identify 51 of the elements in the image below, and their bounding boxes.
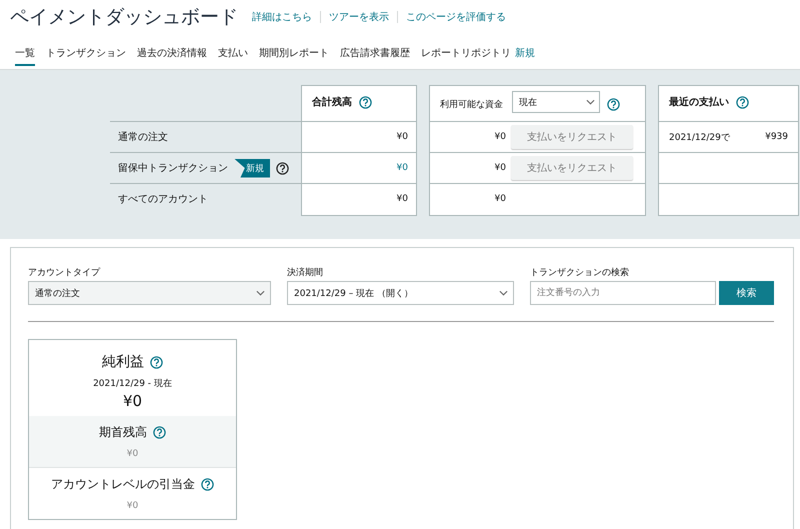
help-icon[interactable] [201, 478, 214, 491]
amount: ¥0 [396, 132, 408, 142]
column-title: 利用可能な資金 [440, 98, 503, 110]
row-label: すべてのアカウント [118, 193, 208, 206]
amount: ¥0 [396, 194, 408, 204]
help-icon[interactable] [276, 162, 289, 174]
card-title: 純利益 [102, 353, 144, 371]
tab[interactable]: 過去の決済情報 [137, 46, 207, 66]
period-dropdown[interactable]: 現在 [512, 91, 600, 113]
help-icon[interactable] [607, 98, 620, 110]
help-icon[interactable] [736, 96, 749, 108]
help-icon[interactable] [359, 96, 372, 108]
tab[interactable]: レポートリポジトリ [421, 46, 511, 66]
help-icon[interactable] [150, 356, 163, 368]
chevron-icon [499, 290, 508, 296]
amount: ¥0 [126, 501, 138, 511]
amount: ¥0 [126, 449, 138, 459]
new-badge: 新規 [234, 158, 270, 178]
amount-link[interactable]: ¥0 [396, 163, 408, 173]
amount: ¥0 [494, 194, 506, 204]
payment-amount: ¥939 [765, 132, 788, 142]
section-title: アカウントレベルの引当金 [51, 476, 195, 493]
row-label: 留保中トランザクション [118, 162, 228, 175]
account-type-dropdown[interactable]: 通常の注文 [28, 281, 271, 305]
header-link[interactable]: ツアーを表示 [329, 10, 389, 24]
field-label: トランザクションの検索 [530, 266, 630, 279]
amount: ¥0 [494, 163, 506, 173]
tab[interactable]: 一覧 [15, 46, 35, 66]
payment-date: 2021/12/29で [669, 132, 730, 144]
header-link[interactable]: 詳細はこちら [252, 10, 312, 24]
search-field[interactable]: 注文番号の入力 [530, 281, 716, 305]
field-label: アカウントタイプ [28, 266, 102, 279]
amount: ¥0 [122, 392, 142, 410]
column-title: 最近の支払い [669, 96, 729, 109]
tab[interactable]: 広告請求書履歴 [340, 46, 410, 66]
amount: ¥0 [494, 132, 506, 142]
tab[interactable]: トランザクション [46, 46, 126, 66]
new-label: 新規 [515, 46, 535, 61]
header-link[interactable]: このページを評価する [406, 10, 506, 24]
search-button[interactable]: 検索 [719, 281, 774, 305]
page-title: ペイメントダッシュボード [10, 5, 238, 30]
tab[interactable]: 期間別レポート [259, 46, 329, 66]
chevron-icon [586, 99, 595, 105]
date-range: 2021/12/29 - 現在 [93, 378, 172, 390]
row-label: 通常の注文 [118, 130, 168, 144]
column-title: 合計残高 [312, 95, 352, 109]
period-dropdown[interactable]: 2021/12/29 – 現在 （開く） [287, 281, 514, 305]
section-title: 期首残高 [99, 424, 147, 441]
chevron-icon [256, 290, 265, 296]
tab[interactable]: 支払い [218, 46, 248, 66]
field-label: 決済期間 [287, 266, 324, 279]
